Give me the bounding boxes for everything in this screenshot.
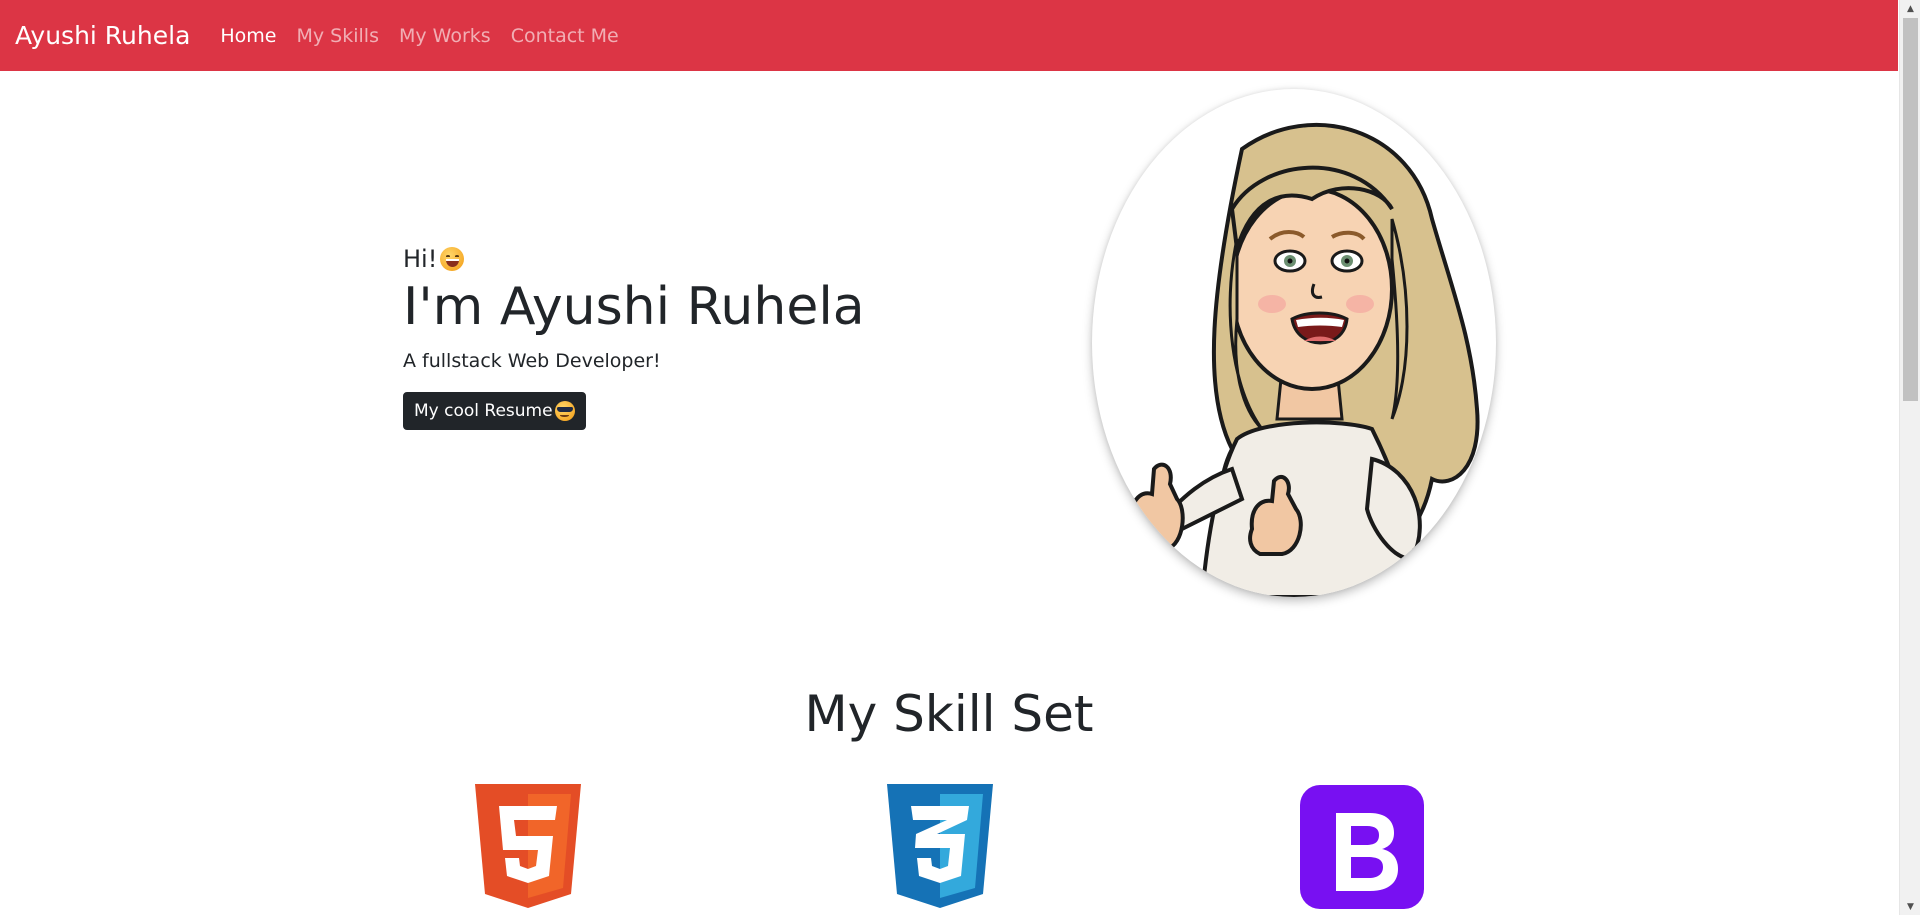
hero-section: Hi! I'm Ayushi Ruhela A fullstack Web De…: [403, 245, 963, 431]
resume-button[interactable]: My cool Resume: [403, 392, 586, 431]
css3-icon: [887, 784, 993, 908]
skills-title: My Skill Set: [804, 685, 1094, 743]
hero-subtitle: A fullstack Web Developer!: [403, 350, 661, 373]
page: Ayushi Ruhela Home My Skills My Works Co…: [0, 0, 1920, 915]
nav-skills-link[interactable]: My Skills: [297, 25, 379, 47]
greeting-text: Hi!: [403, 245, 438, 273]
nav-works-link[interactable]: My Works: [399, 25, 491, 47]
sunglasses-face-icon: [554, 401, 575, 422]
nav-links: Home My Skills My Works Contact Me: [220, 25, 638, 47]
resume-button-label: My cool Resume: [414, 401, 553, 422]
vertical-scrollbar[interactable]: ▲ ▼: [1899, 0, 1920, 915]
scroll-down-arrow-icon[interactable]: ▼: [1900, 898, 1920, 915]
cartoon-avatar-image: [1092, 89, 1496, 597]
nav-home-link[interactable]: Home: [220, 25, 276, 47]
top-navbar: Ayushi Ruhela Home My Skills My Works Co…: [0, 0, 1898, 71]
greeting: Hi!: [403, 245, 963, 273]
bootstrap-icon: [1300, 785, 1424, 909]
html5-icon: [475, 784, 581, 908]
nav-contact-link[interactable]: Contact Me: [511, 25, 619, 47]
hero-title: I'm Ayushi Ruhela: [403, 277, 865, 337]
brand-link[interactable]: Ayushi Ruhela: [15, 21, 190, 50]
grinning-face-icon: [440, 247, 465, 271]
scroll-thumb[interactable]: [1903, 18, 1918, 401]
scroll-up-arrow-icon[interactable]: ▲: [1900, 0, 1920, 17]
